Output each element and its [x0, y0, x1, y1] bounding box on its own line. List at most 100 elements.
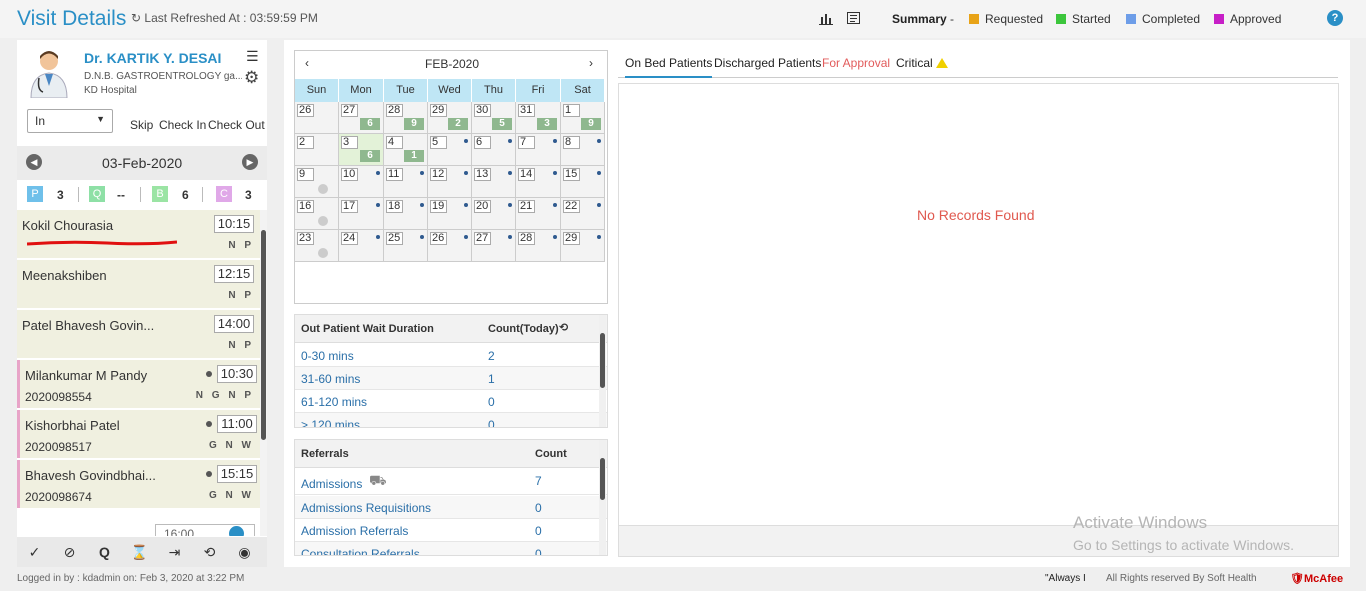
status-select[interactable]: In ▼ — [27, 109, 113, 133]
add-icon[interactable] — [318, 248, 328, 258]
calendar-day[interactable]: 28 9 — [384, 102, 428, 134]
calendar-day[interactable]: 6 — [472, 134, 516, 166]
patient-item[interactable]: Milankumar M Pandy 10:30 2020098554 N G … — [17, 360, 260, 408]
appointment-count-badge[interactable]: 6 — [360, 118, 380, 130]
calendar-day[interactable]: 8 — [561, 134, 605, 166]
calendar-day[interactable]: 36 — [339, 134, 384, 166]
calendar-day[interactable]: 7 — [516, 134, 561, 166]
patient-time[interactable]: 11:00 — [217, 415, 257, 433]
calendar-day[interactable]: 5 — [428, 134, 472, 166]
badge-c[interactable]: C — [216, 186, 232, 202]
patient-list-scrollbar[interactable] — [260, 210, 267, 536]
calendar-day[interactable]: 16 — [295, 198, 339, 230]
sync-icon[interactable]: ⟲ — [192, 537, 227, 567]
history-icon[interactable]: ⟲ — [559, 321, 568, 334]
report-icon[interactable] — [847, 12, 860, 27]
calendar-day[interactable]: 41 — [384, 134, 428, 166]
table-row[interactable]: > 120 mins 0 — [295, 413, 607, 427]
appointment-count-badge[interactable]: 5 — [492, 118, 512, 130]
appointment-count-badge[interactable]: 1 — [404, 150, 424, 162]
table-row[interactable]: Admissions ⛟ 7 — [295, 469, 607, 495]
calendar-day[interactable]: 27 — [472, 230, 516, 262]
chart-icon[interactable] — [819, 12, 833, 28]
calendar-day[interactable]: 15 — [561, 166, 605, 198]
appointment-count-badge[interactable]: 9 — [404, 118, 424, 130]
appointment-count-badge[interactable]: 6 — [360, 150, 380, 162]
appointment-count-badge[interactable]: 3 — [537, 118, 557, 130]
calendar-day[interactable]: 14 — [516, 166, 561, 198]
calendar-day[interactable]: 21 — [516, 198, 561, 230]
skip-button[interactable]: Skip — [130, 118, 153, 132]
check-out-button[interactable]: Check Out — [208, 118, 265, 132]
calendar-day[interactable]: 11 — [384, 166, 428, 198]
gear-icon[interactable]: ⚙ — [244, 68, 259, 88]
calendar-day[interactable]: 24 — [339, 230, 384, 262]
table-row[interactable]: Admission Referrals 0 — [295, 519, 607, 542]
calendar-day[interactable]: 29 2 — [428, 102, 472, 134]
next-month-icon[interactable]: › — [589, 56, 593, 70]
tab-discharged-patients[interactable]: Discharged Patients — [714, 56, 821, 70]
tab-critical[interactable]: Critical — [896, 56, 948, 70]
check-icon[interactable]: ✓ — [17, 537, 52, 567]
next-date-icon[interactable]: ▶ — [242, 154, 258, 170]
patient-time[interactable]: 14:00 — [214, 315, 254, 333]
patient-time[interactable]: 15:15 — [217, 465, 257, 483]
calendar-day[interactable]: 27 6 — [339, 102, 384, 134]
tab-for-approval[interactable]: For Approval — [822, 56, 890, 70]
tab-on-bed-patients[interactable]: On Bed Patients — [625, 56, 713, 78]
appointment-count-badge[interactable]: 9 — [581, 118, 601, 130]
prev-month-icon[interactable]: ‹ — [305, 56, 309, 70]
badge-b[interactable]: B — [152, 186, 168, 202]
add-icon[interactable] — [229, 526, 244, 536]
check-in-button[interactable]: Check In — [159, 118, 206, 132]
badge-p[interactable]: P — [27, 186, 43, 202]
calendar-day[interactable]: 9 — [295, 166, 339, 198]
patient-time[interactable]: 10:30 — [217, 365, 257, 383]
calendar-day[interactable]: 12 — [428, 166, 472, 198]
add-icon[interactable] — [318, 184, 328, 194]
check-circle-icon[interactable]: ⊘ — [52, 537, 87, 567]
table-row[interactable]: 0-30 mins 2 — [295, 344, 607, 367]
eye-icon[interactable]: ◉ — [227, 537, 262, 567]
table-row[interactable]: Consultation Referrals 0 — [295, 542, 607, 555]
calendar-day[interactable]: 18 — [384, 198, 428, 230]
hourglass-icon[interactable]: ⌛ — [122, 537, 157, 567]
calendar-day[interactable]: 20 — [472, 198, 516, 230]
patient-time[interactable]: 10:15 — [214, 215, 254, 233]
refresh-icon[interactable]: ↻ — [131, 11, 141, 25]
prev-date-icon[interactable]: ◀ — [26, 154, 42, 170]
refresh-status[interactable]: ↻ Last Refreshed At : 03:59:59 PM — [131, 11, 318, 25]
calendar-day[interactable]: 31 3 — [516, 102, 561, 134]
calendar-day[interactable]: 29 — [561, 230, 605, 262]
help-icon[interactable]: ? — [1327, 10, 1343, 26]
patient-time[interactable]: 12:15 — [214, 265, 254, 283]
menu-icon[interactable]: ☰ — [246, 48, 259, 65]
calendar-day[interactable]: 23 — [295, 230, 339, 262]
calendar-day[interactable]: 2 — [295, 134, 339, 166]
referrals-table-scrollbar[interactable] — [599, 440, 606, 555]
calendar-day[interactable]: 26 — [295, 102, 339, 134]
table-row[interactable]: 31-60 mins 1 — [295, 367, 607, 390]
patient-item[interactable]: Bhavesh Govindbhai... 15:15 2020098674 G… — [17, 460, 260, 508]
add-icon[interactable] — [318, 216, 328, 226]
calendar-day[interactable]: 17 — [339, 198, 384, 230]
patient-item[interactable]: Kishorbhai Patel 11:00 2020098517 G N W — [17, 410, 260, 458]
calendar-day[interactable]: 30 5 — [472, 102, 516, 134]
calendar-day[interactable]: 22 — [561, 198, 605, 230]
calendar-day[interactable]: 13 — [472, 166, 516, 198]
patient-item[interactable]: Patel Bhavesh Govin... 14:00 N P — [17, 310, 260, 358]
patient-item[interactable]: Kokil Chourasia 10:15 N P — [17, 210, 260, 258]
badge-q[interactable]: Q — [89, 186, 105, 202]
calendar-day[interactable]: 28 — [516, 230, 561, 262]
queue-icon[interactable]: Q — [87, 537, 122, 567]
calendar-day[interactable]: 26 — [428, 230, 472, 262]
wait-table-scrollbar[interactable] — [599, 315, 606, 427]
table-row[interactable]: Admissions Requisitions 0 — [295, 496, 607, 519]
patient-item[interactable]: Meenakshiben 12:15 N P — [17, 260, 260, 308]
exit-icon[interactable]: ⇥ — [157, 537, 192, 567]
calendar-day[interactable]: 19 — [561, 102, 605, 134]
calendar-day[interactable]: 19 — [428, 198, 472, 230]
table-row[interactable]: 61-120 mins 0 — [295, 390, 607, 413]
calendar-day[interactable]: 25 — [384, 230, 428, 262]
appointment-count-badge[interactable]: 2 — [448, 118, 468, 130]
